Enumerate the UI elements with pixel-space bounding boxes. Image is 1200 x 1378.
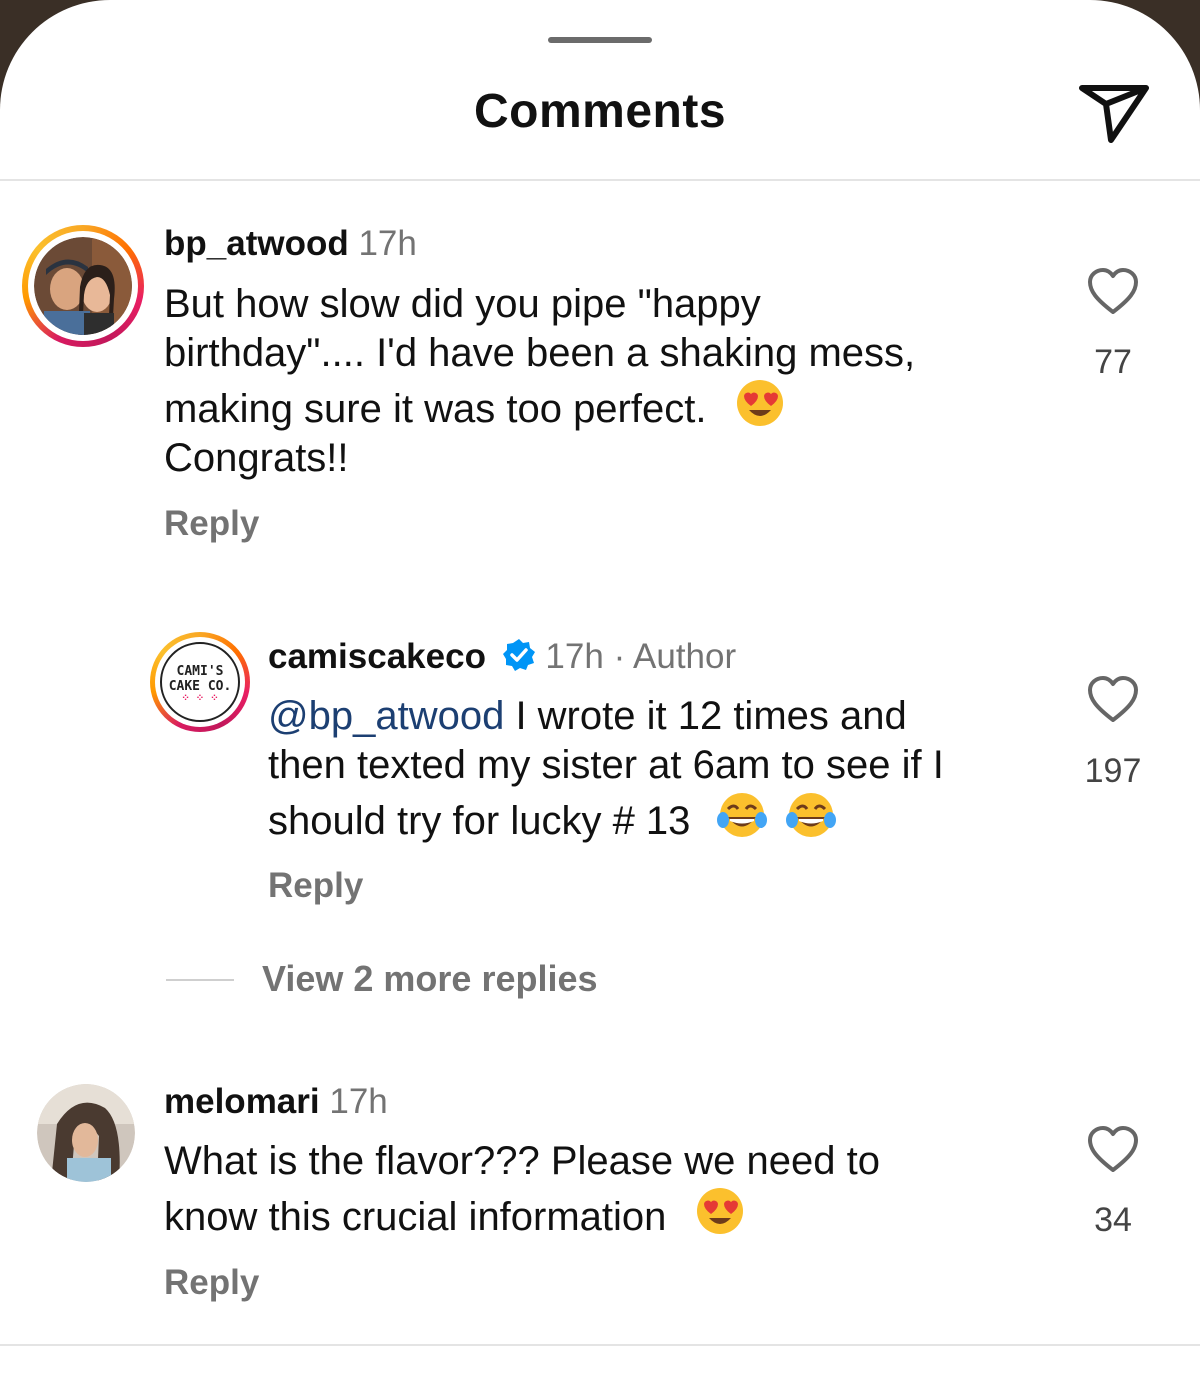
- view-more-line: [166, 979, 234, 981]
- reply-button[interactable]: Reply: [268, 866, 363, 906]
- logo-text: CAMI'S CAKE CO. ⁘ ⁘ ⁘: [168, 664, 232, 704]
- heart-eyes-emoji-icon: [696, 1188, 743, 1234]
- heart-icon[interactable]: [1086, 675, 1140, 725]
- comment-text: @bp_atwood I wrote it 12 times and then …: [268, 694, 944, 843]
- verified-badge-icon: [502, 639, 535, 671]
- comment-time: 17h: [358, 224, 417, 263]
- drag-handle[interactable]: [548, 37, 652, 43]
- tears-of-joy-emoji-icon: [785, 793, 836, 837]
- avatar[interactable]: [37, 1084, 135, 1182]
- paper-plane-icon[interactable]: [1076, 78, 1152, 146]
- footer-divider: [0, 1344, 1200, 1346]
- comment-username[interactable]: melomari: [164, 1082, 320, 1121]
- comment-time: 17h: [329, 1082, 388, 1121]
- reply-button[interactable]: Reply: [164, 1263, 259, 1303]
- comment-username[interactable]: camiscakeco: [268, 637, 486, 676]
- comment-username[interactable]: bp_atwood: [164, 224, 349, 263]
- comment-text: But how slow did you pipe "happy birthda…: [164, 282, 916, 480]
- comments-sheet: Comments bp_atwood 17h But how slow did …: [0, 0, 1200, 1378]
- mention-link[interactable]: @bp_atwood: [268, 694, 504, 738]
- heart-icon[interactable]: [1086, 1125, 1140, 1175]
- heart-icon[interactable]: [1086, 267, 1140, 317]
- like-count: 197: [1084, 752, 1142, 790]
- avatar-ring[interactable]: CAMI'S CAKE CO. ⁘ ⁘ ⁘: [150, 632, 250, 732]
- header-divider: [0, 179, 1200, 181]
- comment-time: 17h: [545, 637, 604, 676]
- reply-button[interactable]: Reply: [164, 504, 259, 544]
- avatar: [34, 237, 132, 335]
- heart-eyes-emoji-icon: [736, 380, 783, 426]
- avatar: CAMI'S CAKE CO. ⁘ ⁘ ⁘: [160, 642, 240, 722]
- like-count: 77: [1094, 343, 1132, 381]
- comment-text: What is the flavor??? Please we need to …: [164, 1139, 880, 1239]
- tears-of-joy-emoji-icon: [716, 793, 767, 837]
- like-count: 34: [1094, 1201, 1132, 1239]
- author-tag: · Author: [613, 637, 737, 676]
- page-title: Comments: [473, 85, 727, 138]
- avatar-ring[interactable]: [22, 225, 144, 347]
- view-more-replies-button[interactable]: View 2 more replies: [262, 958, 598, 1000]
